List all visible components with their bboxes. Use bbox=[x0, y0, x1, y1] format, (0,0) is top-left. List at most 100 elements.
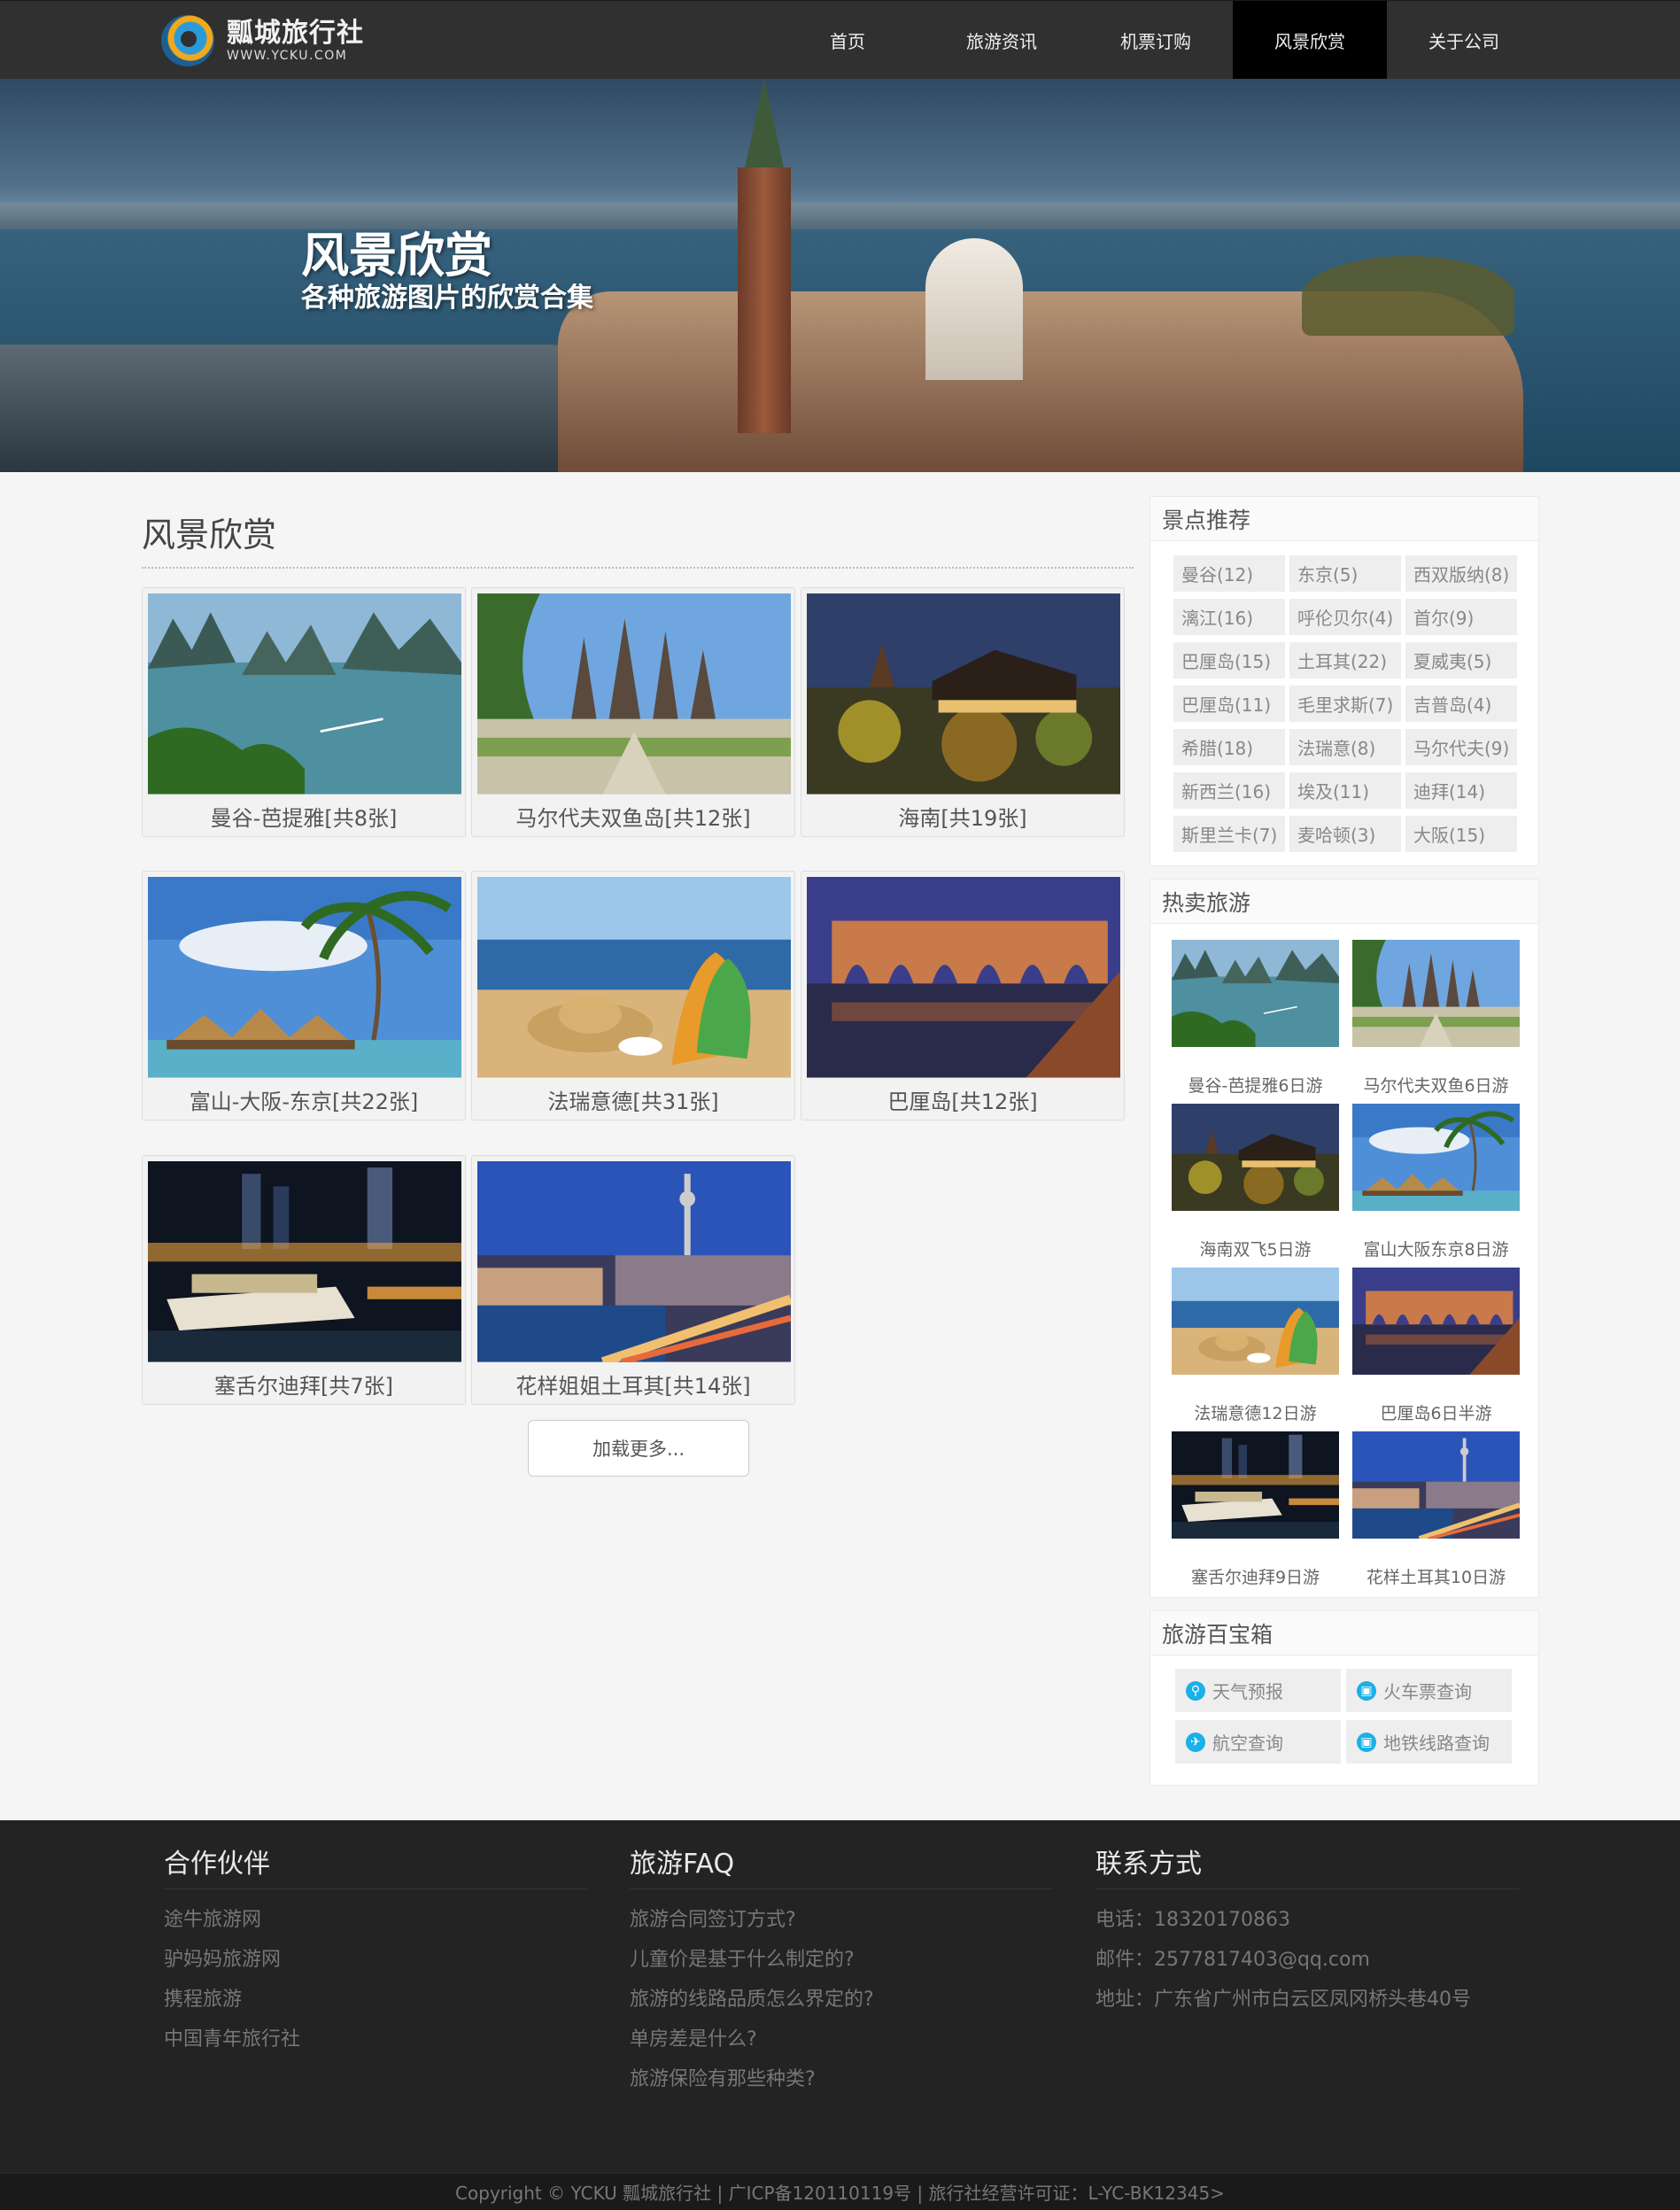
spot-tag[interactable]: 首尔(9) bbox=[1405, 599, 1517, 635]
faq-link[interactable]: 单房差是什么? bbox=[630, 2020, 1053, 2059]
nav-flight-booking[interactable]: 机票订购 bbox=[1079, 1, 1233, 80]
album-card[interactable]: 巴厘岛[共12张] bbox=[801, 871, 1125, 1121]
album-caption[interactable]: 海南[共19张] bbox=[801, 795, 1124, 836]
contact-email[interactable]: 邮件：2577817403@qq.com bbox=[1095, 1940, 1519, 1980]
banner-bell-tower bbox=[738, 167, 791, 433]
site-logo[interactable]: 瓢城旅行社 WWW.YCKU.COM bbox=[158, 12, 379, 70]
train-ticket-tool[interactable]: ▣ 火车票查询 bbox=[1346, 1669, 1512, 1712]
hot-tour-item[interactable]: 巴厘岛6日半游 bbox=[1352, 1268, 1520, 1423]
partner-link[interactable]: 途牛旅游网 bbox=[164, 1900, 587, 1940]
spot-tag[interactable]: 大阪(15) bbox=[1405, 816, 1517, 852]
hot-tour-caption[interactable]: 花样土耳其10日游 bbox=[1352, 1564, 1520, 1587]
hot-tour-caption[interactable]: 曼谷-芭提雅6日游 bbox=[1172, 1073, 1339, 1096]
hot-tour-item[interactable]: 花样土耳其10日游 bbox=[1352, 1431, 1520, 1587]
partner-link[interactable]: 携程旅游 bbox=[164, 1980, 587, 2020]
faq-link[interactable]: 旅游保险有那些种类? bbox=[630, 2059, 1053, 2099]
album-photo[interactable] bbox=[148, 593, 461, 795]
album-photo[interactable] bbox=[477, 593, 791, 795]
subway-route-tool[interactable]: ▣ 地铁线路查询 bbox=[1346, 1720, 1512, 1764]
spot-tag[interactable]: 呼伦贝尔(4) bbox=[1289, 599, 1401, 635]
album-caption[interactable]: 富山-大阪-东京[共22张] bbox=[143, 1079, 465, 1120]
album-caption[interactable]: 巴厘岛[共12张] bbox=[801, 1079, 1124, 1120]
album-caption[interactable]: 法瑞意德[共31张] bbox=[472, 1079, 794, 1120]
spot-tag[interactable]: 法瑞意(8) bbox=[1289, 729, 1401, 765]
hot-tour-photo[interactable] bbox=[1172, 940, 1339, 1073]
album-card[interactable]: 法瑞意德[共31张] bbox=[471, 871, 795, 1121]
hot-tour-caption[interactable]: 海南双飞5日游 bbox=[1172, 1237, 1339, 1260]
hot-tours-panel: 热卖旅游 曼谷-芭提雅6日游 马尔代夫双鱼6日游 海南双飞5日游 富山大阪东京8日游法… bbox=[1150, 879, 1539, 1598]
album-photo[interactable] bbox=[477, 1161, 791, 1363]
hot-tour-photo[interactable] bbox=[1172, 1104, 1339, 1237]
hot-tour-item[interactable]: 海南双飞5日游 bbox=[1172, 1104, 1339, 1260]
hot-tour-item[interactable]: 曼谷-芭提雅6日游 bbox=[1172, 940, 1339, 1096]
hot-tour-item[interactable]: 马尔代夫双鱼6日游 bbox=[1352, 940, 1520, 1096]
logo-text: 瓢城旅行社 WWW.YCKU.COM bbox=[227, 18, 364, 64]
weather-tool[interactable]: ⚲ 天气预报 bbox=[1175, 1669, 1341, 1712]
spot-tag[interactable]: 埃及(11) bbox=[1289, 772, 1401, 809]
faq-link[interactable]: 儿童价是基于什么制定的? bbox=[630, 1940, 1053, 1980]
hot-tour-caption[interactable]: 法瑞意德12日游 bbox=[1172, 1400, 1339, 1423]
spot-tag[interactable]: 曼谷(12) bbox=[1173, 555, 1285, 592]
tool-label: 航空查询 bbox=[1212, 1733, 1283, 1754]
hot-tour-item[interactable]: 法瑞意德12日游 bbox=[1172, 1268, 1339, 1423]
spot-tag[interactable]: 东京(5) bbox=[1289, 555, 1401, 592]
spot-tag[interactable]: 新西兰(16) bbox=[1173, 772, 1285, 809]
flight-query-tool[interactable]: ✈ 航空查询 bbox=[1175, 1720, 1341, 1764]
spot-tag[interactable]: 巴厘岛(11) bbox=[1173, 686, 1285, 722]
album-photo[interactable] bbox=[148, 877, 461, 1079]
spot-tag[interactable]: 迪拜(14) bbox=[1405, 772, 1517, 809]
load-more-button[interactable]: 加载更多... bbox=[528, 1420, 749, 1477]
album-card[interactable]: 塞舌尔迪拜[共7张] bbox=[142, 1155, 466, 1405]
album-card[interactable]: 花样姐姐土耳其[共14张] bbox=[471, 1155, 795, 1405]
hot-tour-caption[interactable]: 马尔代夫双鱼6日游 bbox=[1352, 1073, 1520, 1096]
contact-phone: 电话：18320170863 bbox=[1095, 1909, 1290, 1931]
hot-tour-caption[interactable]: 塞舌尔迪拜9日游 bbox=[1172, 1564, 1339, 1587]
hot-tour-photo[interactable] bbox=[1352, 1104, 1520, 1237]
album-card[interactable]: 曼谷-芭提雅[共8张] bbox=[142, 587, 466, 837]
album-caption[interactable]: 曼谷-芭提雅[共8张] bbox=[143, 795, 465, 836]
album-photo[interactable] bbox=[807, 877, 1120, 1079]
spot-tag[interactable]: 希腊(18) bbox=[1173, 729, 1285, 765]
hot-tour-photo[interactable] bbox=[1352, 1431, 1520, 1564]
album-card[interactable]: 马尔代夫双鱼岛[共12张] bbox=[471, 587, 795, 837]
hot-tour-caption[interactable]: 富山大阪东京8日游 bbox=[1352, 1237, 1520, 1260]
nav-travel-news[interactable]: 旅游资讯 bbox=[925, 1, 1079, 80]
spot-tag[interactable]: 吉普岛(4) bbox=[1405, 686, 1517, 722]
nav-scenery[interactable]: 风景欣赏 bbox=[1233, 1, 1387, 80]
partner-link[interactable]: 中国青年旅行社 bbox=[164, 2020, 587, 2059]
spot-tag[interactable]: 毛里求斯(7) bbox=[1289, 686, 1401, 722]
album-caption[interactable]: 马尔代夫双鱼岛[共12张] bbox=[472, 795, 794, 836]
hot-tour-photo[interactable] bbox=[1352, 940, 1520, 1073]
album-card[interactable]: 海南[共19张] bbox=[801, 587, 1125, 837]
album-photo[interactable] bbox=[477, 877, 791, 1079]
faq-link[interactable]: 旅游合同签订方式? bbox=[630, 1900, 1053, 1940]
album-card[interactable]: 富山-大阪-东京[共22张] bbox=[142, 871, 466, 1121]
album-photo[interactable] bbox=[807, 593, 1120, 795]
hot-tour-item[interactable]: 富山大阪东京8日游 bbox=[1352, 1104, 1520, 1260]
album-caption[interactable]: 塞舌尔迪拜[共7张] bbox=[143, 1363, 465, 1404]
spot-tag[interactable]: 巴厘岛(15) bbox=[1173, 642, 1285, 679]
spot-tag[interactable]: 漓江(16) bbox=[1173, 599, 1285, 635]
subway-icon: ▣ bbox=[1357, 1732, 1376, 1752]
hot-tour-photo[interactable] bbox=[1172, 1268, 1339, 1400]
spot-tag[interactable]: 斯里兰卡(7) bbox=[1173, 816, 1285, 852]
album-photo[interactable] bbox=[148, 1161, 461, 1363]
nav-about[interactable]: 关于公司 bbox=[1387, 1, 1541, 80]
spot-tag[interactable]: 土耳其(22) bbox=[1289, 642, 1401, 679]
nav-home[interactable]: 首页 bbox=[770, 1, 925, 80]
spot-tag[interactable]: 麦哈顿(3) bbox=[1289, 816, 1401, 852]
spot-tag[interactable]: 夏威夷(5) bbox=[1405, 642, 1517, 679]
hot-tour-caption[interactable]: 巴厘岛6日半游 bbox=[1352, 1400, 1520, 1423]
spots-title: 景点推荐 bbox=[1150, 497, 1538, 541]
hot-tour-photo[interactable] bbox=[1352, 1268, 1520, 1400]
location-pin-icon: ⚲ bbox=[1186, 1680, 1205, 1701]
logo-name: 瓢城旅行社 bbox=[227, 18, 364, 49]
faq-link[interactable]: 旅游的线路品质怎么界定的? bbox=[630, 1980, 1053, 2020]
spot-tag[interactable]: 西双版纳(8) bbox=[1405, 555, 1517, 592]
spot-tag[interactable]: 马尔代夫(9) bbox=[1405, 729, 1517, 765]
partner-link[interactable]: 驴妈妈旅游网 bbox=[164, 1940, 587, 1980]
hot-tour-photo[interactable] bbox=[1172, 1431, 1339, 1564]
site-header: 瓢城旅行社 WWW.YCKU.COM 首页 旅游资讯 机票订购 风景欣赏 关于公… bbox=[0, 0, 1680, 80]
album-caption[interactable]: 花样姐姐土耳其[共14张] bbox=[472, 1363, 794, 1404]
hot-tour-item[interactable]: 塞舌尔迪拜9日游 bbox=[1172, 1431, 1339, 1587]
